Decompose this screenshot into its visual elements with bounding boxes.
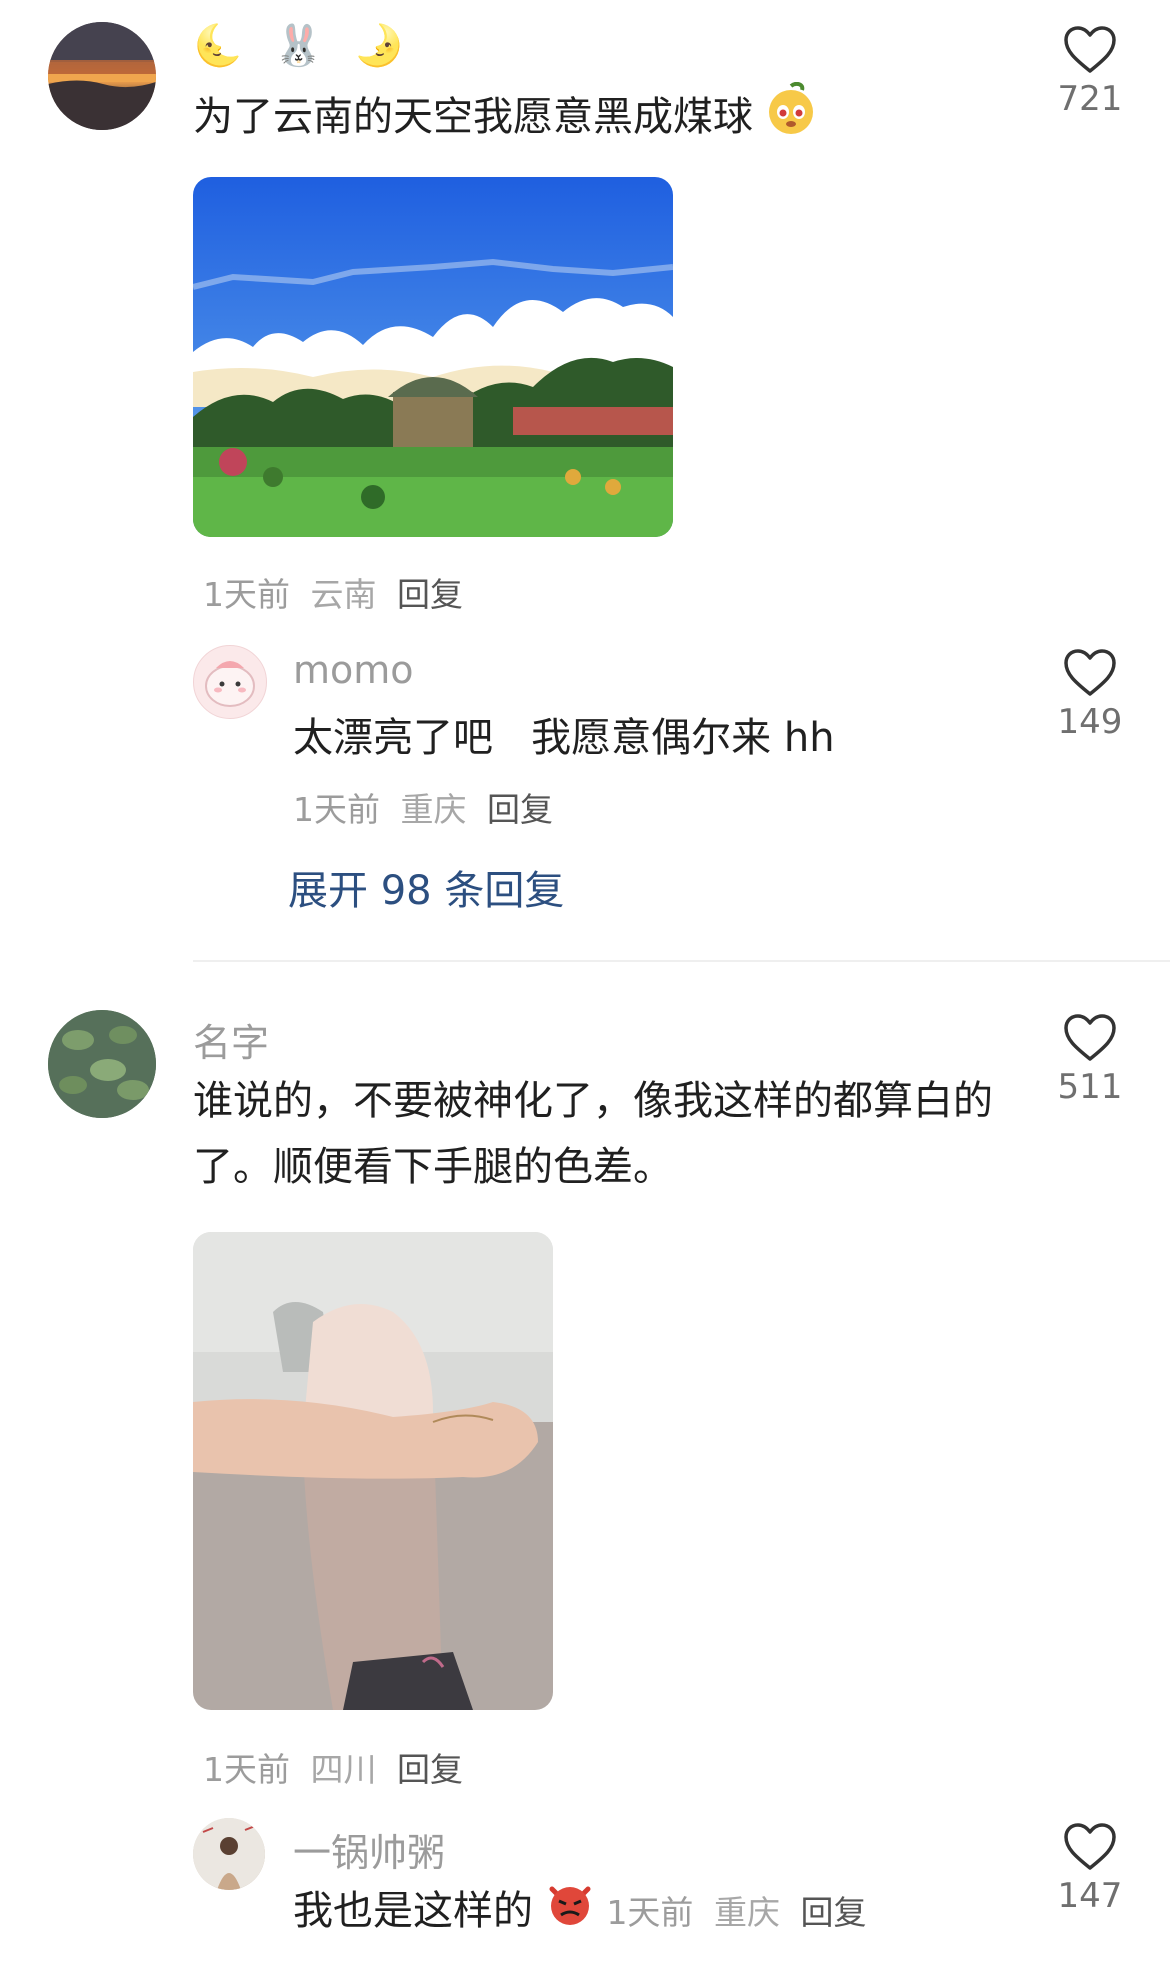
moon-icon: 🌜 [193,23,243,69]
comment-meta: 1天前 四川 回复 [203,1743,463,1791]
like-count: 511 [1057,1067,1123,1107]
reply-location: 重庆 [713,1893,780,1932]
heart-outline-icon [1064,649,1116,696]
avatar[interactable] [48,1010,156,1118]
reply-button[interactable]: 回复 [397,1750,463,1789]
rabbit-icon: 🐰 [273,23,324,69]
comment-1-text-content: 为了云南的天空我愿意黑成煤球 [193,94,753,140]
comment-image[interactable] [193,1232,553,1710]
comment-location: 云南 [310,575,377,614]
comment-image[interactable] [193,177,673,537]
comment-1-username[interactable]: 🌜 🐰 🌛 [193,22,404,69]
reply-time: 1天前 [293,790,380,829]
like-count: 721 [1057,79,1123,119]
heart-outline-icon [1064,26,1116,73]
reply-meta: 1天前 重庆 回复 [293,783,553,831]
reply-text: 我也是这样的 [293,1888,533,1934]
like-count: 149 [1057,702,1123,742]
angry-devil-icon [546,1879,594,1947]
reply-button[interactable]: 回复 [487,790,553,829]
divider [193,960,1170,962]
heart-outline-icon [1064,1014,1116,1061]
reply-username[interactable]: momo [293,648,414,692]
comment-2-username[interactable]: 名字 [193,1012,269,1067]
comment-2-text: 谁说的，不要被神化了，像我这样的都算白的了。顺便看下手腿的色差。 [193,1078,993,1190]
reply-username[interactable]: 一锅帅粥 [293,1822,445,1877]
reply-time: 1天前 [606,1893,694,1932]
avatar[interactable] [193,645,267,719]
reply-text: 太漂亮了吧 我愿意偶尔来 hh [293,715,835,761]
comment-time: 1天前 [203,575,290,614]
comment-time: 1天前 [203,1750,290,1789]
like-button[interactable]: 721 [1045,25,1135,119]
avatar[interactable] [193,1818,265,1890]
reply-meta: 1天前 重庆 回复 [606,1893,866,1932]
reply-button[interactable]: 回复 [397,575,463,614]
like-button[interactable]: 149 [1045,648,1135,742]
reply-button[interactable]: 回复 [800,1893,866,1932]
avatar[interactable] [48,22,156,130]
moon-icon: 🌛 [354,23,404,69]
mango-face-icon [766,81,816,156]
arm-leg-photo [193,1232,553,1710]
reply-location: 重庆 [400,790,467,829]
reply-row: 我也是这样的 1天前 重庆 回复 [293,1878,866,1947]
like-count: 147 [1057,1876,1123,1916]
heart-outline-icon [1064,1823,1116,1870]
like-button[interactable]: 147 [1045,1822,1135,1916]
comment-1-text: 为了云南的天空我愿意黑成煤球 [193,81,816,156]
comment-location: 四川 [310,1750,377,1789]
comment-meta: 1天前 云南 回复 [203,568,463,616]
expand-replies-button[interactable]: 展开 98 条回复 [288,858,564,916]
yunnan-sky-photo [193,177,673,537]
like-button[interactable]: 511 [1045,1013,1135,1107]
